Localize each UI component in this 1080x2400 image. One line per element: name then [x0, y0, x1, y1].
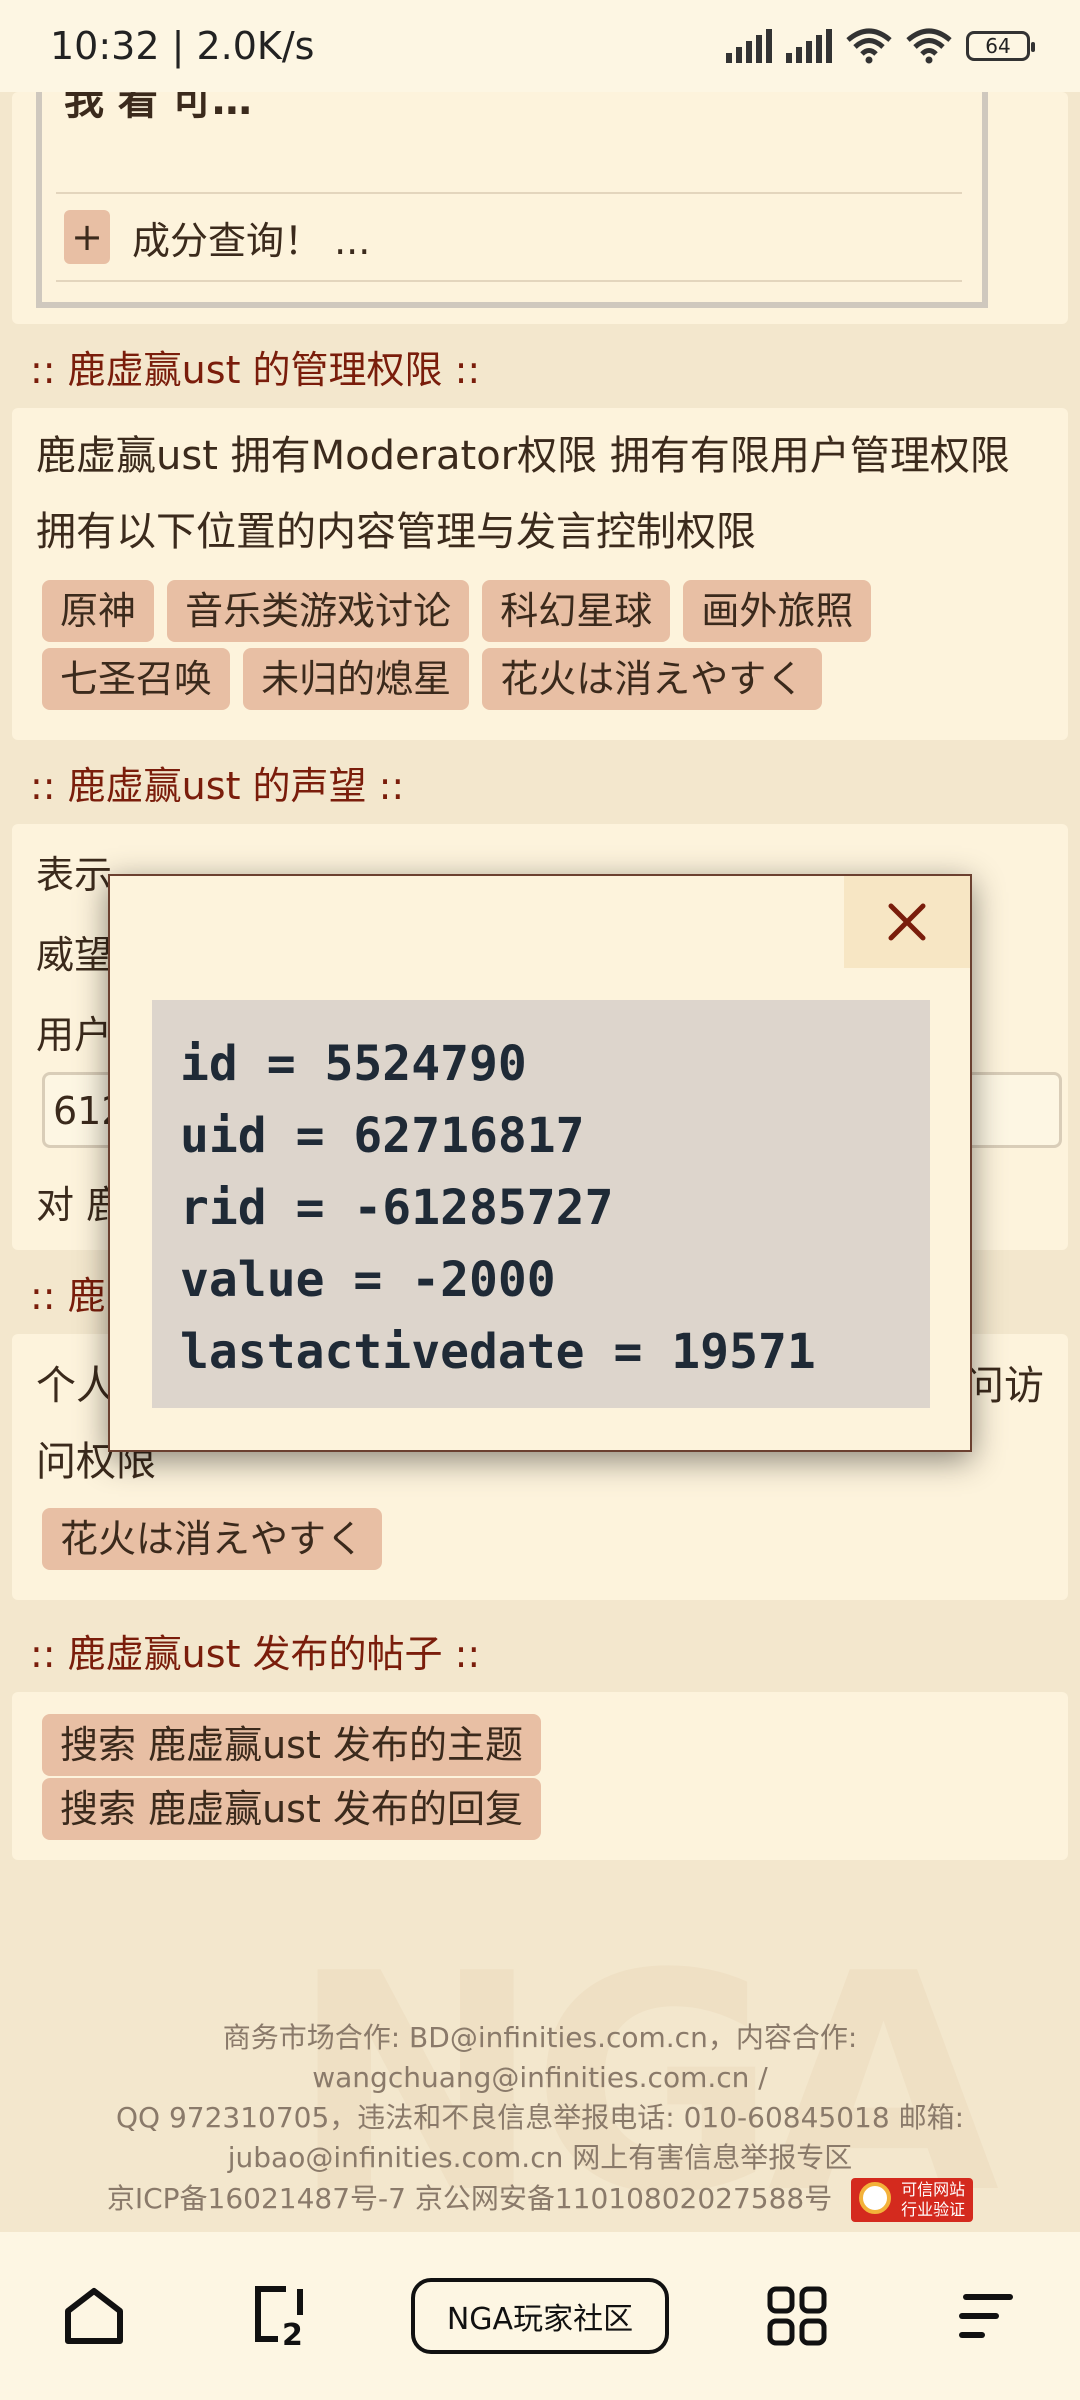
access-tags: 花火は消えやすく	[36, 1500, 1044, 1576]
forum-tag-travel-photos[interactable]: 画外旅照	[683, 580, 872, 642]
footer-line-2: QQ 972310705，违法和不良信息举报电话: 010-60845018 邮…	[115, 2101, 965, 2134]
admin-line-2: 拥有以下位置的内容管理与发言控制权限	[36, 509, 756, 555]
access-tag-hanabi[interactable]: 花火は消えやすく	[42, 1508, 383, 1570]
admin-panel: 鹿虚赢ust 拥有Moderator权限 拥有有限用户管理权限 拥有以下位置的内…	[12, 408, 1068, 740]
battery-icon: 64	[966, 31, 1035, 61]
footer-line-3[interactable]: jubao@infinities.com.cn 网上有害信息举报专区	[0, 2138, 1080, 2178]
record-rid: rid = -61285727	[180, 1180, 614, 1236]
close-icon	[888, 903, 926, 941]
badge-line-2: 行业验证	[901, 2200, 966, 2219]
reputation-line-1: 表示	[36, 853, 113, 897]
footer-line-1: 商务市场合作: BD@infinities.com.cn，内容合作: wangc…	[222, 2021, 858, 2094]
bottom-nav: 2 NGA玩家社区	[0, 2232, 1080, 2400]
forum-tag-tcg[interactable]: 七圣召唤	[42, 648, 231, 710]
admin-tags: 原神 音乐类游戏讨论 科幻星球 画外旅照 七圣召唤 未归的熄星 花火は消えやすく	[12, 570, 1068, 740]
forum-tag-scifi[interactable]: 科幻星球	[482, 580, 671, 642]
reputation-line-2: 威望	[36, 933, 113, 977]
forum-tag-hanabi[interactable]: 花火は消えやすく	[482, 648, 823, 710]
record-lastactivedate: lastactivedate = 19571	[180, 1324, 816, 1380]
access-line-start: 个人	[36, 1363, 116, 1409]
record-id: id = 5524790	[180, 1036, 527, 1092]
reputation-section-title: :: 鹿虚赢ust 的声望 ::	[30, 763, 405, 808]
status-icons: 64	[726, 28, 1035, 64]
forum-tag-music-games[interactable]: 音乐类游戏讨论	[167, 580, 470, 642]
wifi-icon	[906, 28, 952, 64]
posts-section-title: :: 鹿虚赢ust 发布的帖子 ::	[30, 1631, 481, 1676]
collapse-label: 成分查询！ ...	[132, 218, 371, 263]
posts-panel: 搜索 鹿虚赢ust 发布的主题 搜索 鹿虚赢ust 发布的回复	[12, 1692, 1068, 1860]
home-icon	[65, 2288, 124, 2344]
clipped-text: 我 看 可…	[64, 92, 252, 124]
signal-icon	[786, 29, 832, 63]
reputation-line-3: 用户	[36, 1013, 113, 1057]
previous-section-panel: 我 看 可… + 成分查询！ ...	[12, 92, 1068, 324]
status-bar: 10:32 | 2.0K/s 64	[0, 0, 1080, 92]
tabs-icon: 2	[254, 2286, 303, 2347]
admin-section-title: :: 鹿虚赢ust 的管理权限 ::	[30, 347, 481, 392]
admin-line-1: 鹿虚赢ust 拥有Moderator权限 拥有有限用户管理权限	[36, 433, 1010, 479]
footer: 商务市场合作: BD@infinities.com.cn，内容合作: wangc…	[0, 2018, 1080, 2222]
collapse-row[interactable]: + 成分查询！ ...	[56, 192, 962, 282]
access-line-end: 问访	[964, 1363, 1044, 1409]
menu-button[interactable]	[926, 2256, 1046, 2376]
record-uid: uid = 62716817	[180, 1108, 585, 1164]
forum-tag-genshin[interactable]: 原神	[42, 580, 155, 642]
footer-line-4-row: 京ICP备16021487号-7 京公网安备11010802027588号 可信…	[0, 2178, 1080, 2222]
expand-button[interactable]: +	[64, 210, 110, 264]
forum-tag-star[interactable]: 未归的熄星	[243, 648, 470, 710]
quote-box: 我 看 可… + 成分查询！ ...	[36, 92, 988, 308]
trusted-site-badge[interactable]: 可信网站 行业验证	[851, 2178, 974, 2222]
nga-community-button[interactable]: NGA玩家社区	[410, 2278, 669, 2354]
close-button[interactable]	[844, 876, 970, 968]
apps-button[interactable]	[737, 2256, 857, 2376]
search-replies-button[interactable]: 搜索 鹿虚赢ust 发布的回复	[42, 1778, 541, 1840]
search-topics-button[interactable]: 搜索 鹿虚赢ust 发布的主题	[42, 1714, 541, 1776]
tabs-count: 2	[282, 2318, 303, 2347]
badge-line-1: 可信网站	[901, 2180, 966, 2199]
record-details: id = 5524790 uid = 62716817 rid = -61285…	[152, 1000, 930, 1408]
status-time: 10:32 | 2.0K/s	[50, 24, 315, 68]
menu-icon	[958, 2294, 1013, 2338]
wifi-icon	[846, 28, 892, 64]
signal-icon	[726, 29, 772, 63]
info-popup: id = 5524790 uid = 62716817 rid = -61285…	[108, 874, 972, 1452]
battery-level: 64	[985, 34, 1011, 58]
grid-icon	[767, 2286, 827, 2346]
home-button[interactable]	[34, 2256, 154, 2376]
admin-text: 鹿虚赢ust 拥有Moderator权限 拥有有限用户管理权限 拥有以下位置的内…	[12, 408, 1068, 570]
record-value: value = -2000	[180, 1252, 556, 1308]
tabs-button[interactable]: 2	[223, 2256, 343, 2376]
footer-line-4[interactable]: 京ICP备16021487号-7 京公网安备11010802027588号	[107, 2182, 832, 2215]
